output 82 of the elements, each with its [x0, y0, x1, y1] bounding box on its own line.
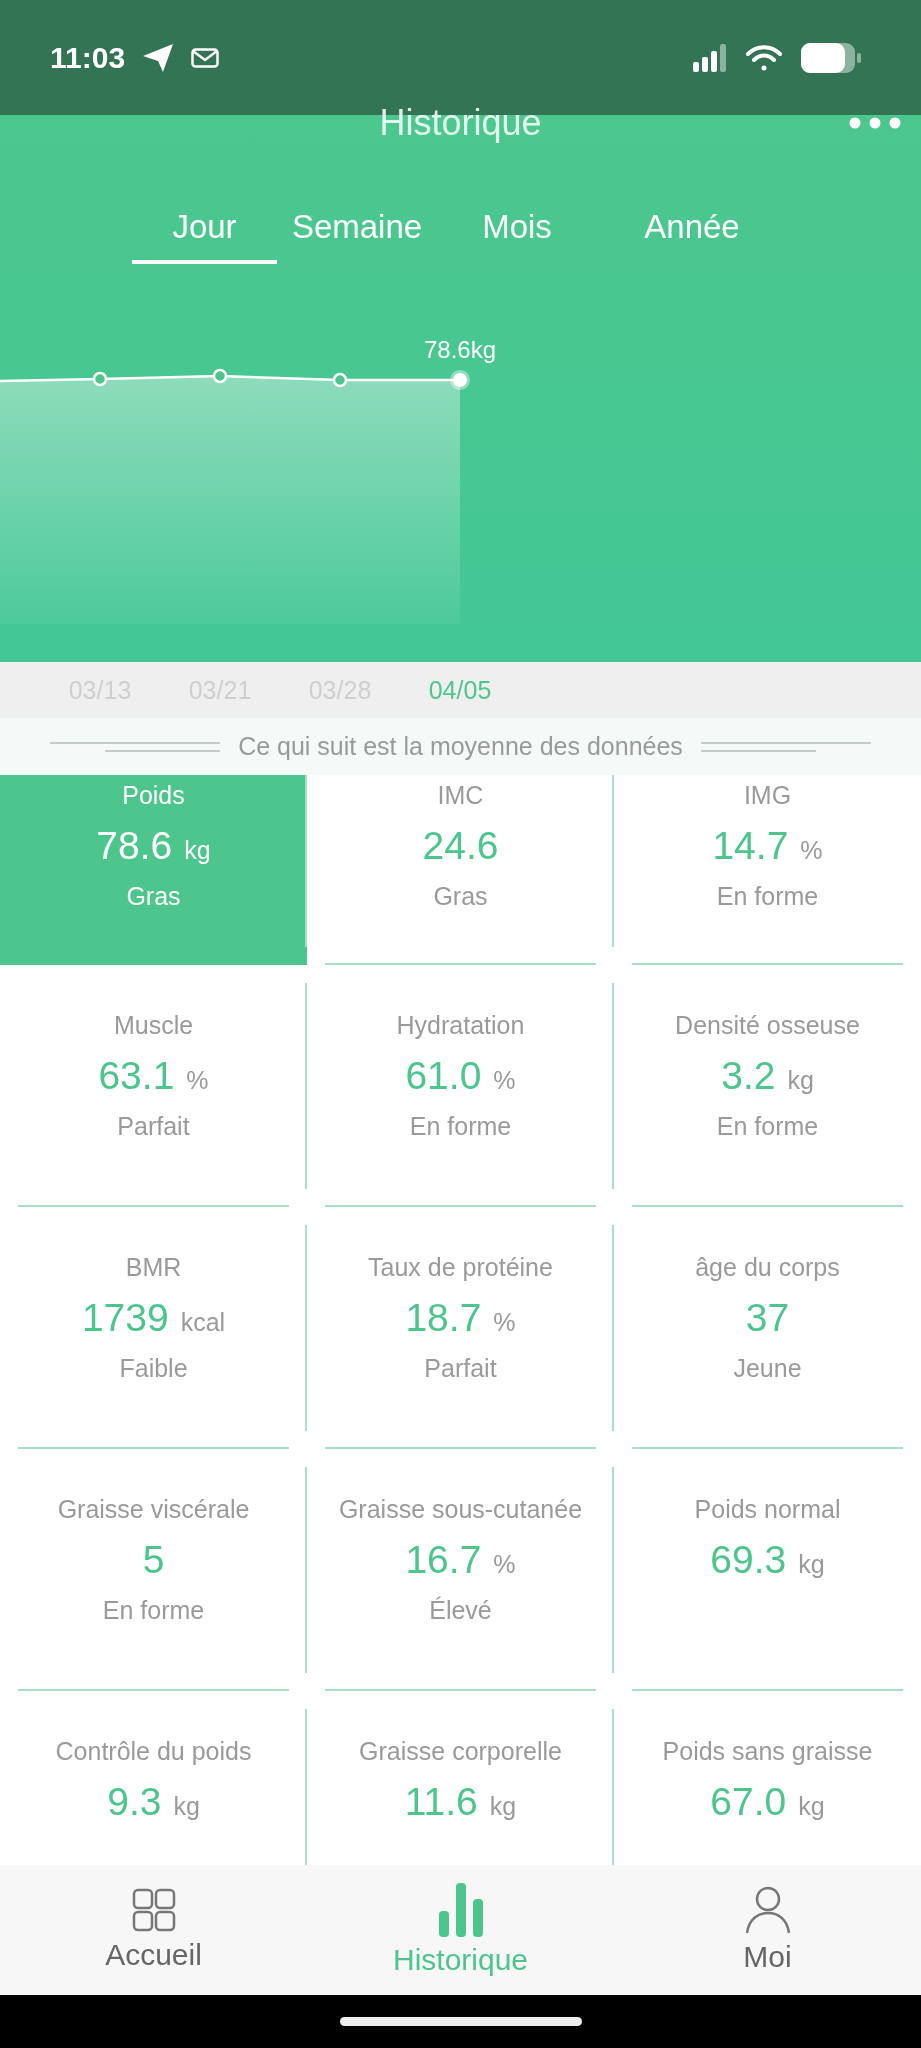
metric-status: En forme [716, 882, 819, 911]
metric-unit: % [493, 1308, 516, 1337]
person-icon [744, 1886, 791, 1934]
metric-label: Poids normal [694, 1495, 841, 1524]
data-point [332, 372, 348, 388]
date-label[interactable]: 04/05 [400, 675, 520, 705]
nav-tab[interactable]: Moi [614, 1865, 921, 1995]
metric-label: Hydratation [396, 1011, 525, 1040]
metric-value: 37 [745, 1296, 790, 1340]
notice-text: Ce qui suit est la moyenne des données [238, 732, 683, 761]
metric-unit: % [493, 1066, 516, 1095]
value-label: 78.6kg [423, 336, 497, 363]
metric-unit: kg [184, 836, 211, 865]
period-tab[interactable]: Jour [132, 200, 277, 264]
nav-label: Accueil [105, 1938, 202, 1972]
metric-unit: kg [173, 1792, 200, 1821]
nav-label: Moi [743, 1940, 792, 1974]
metric-status: En forme [409, 1112, 512, 1141]
metric-label: âge du corps [695, 1253, 840, 1282]
metric-status: Gras [433, 882, 488, 911]
metric-value: 18.7 [405, 1296, 482, 1340]
bar-chart-icon [438, 1883, 483, 1937]
metric-card[interactable]: Poids 78.6 kg Gras [0, 775, 307, 965]
metric-value: 9.3 [107, 1780, 162, 1824]
metric-label: Graisse sous-cutanée [338, 1495, 583, 1524]
metric-label: Densité osseuse [675, 1011, 860, 1040]
signal-icon [693, 43, 727, 72]
metric-status: Parfait [424, 1354, 497, 1383]
mail-icon [191, 47, 220, 68]
metric-status: Faible [119, 1354, 188, 1383]
metric-label: IMC [437, 781, 484, 810]
metric-unit: % [493, 1550, 516, 1579]
metric-label: Graisse viscérale [57, 1495, 250, 1524]
metric-status: En forme [102, 1596, 205, 1625]
metric-value: 61.0 [405, 1054, 482, 1098]
metric-value: 24.6 [422, 824, 499, 868]
metric-unit: kg [489, 1792, 517, 1821]
battery-icon [801, 42, 861, 73]
metric-value: 63.1 [98, 1054, 175, 1098]
metric-status: Gras [126, 882, 181, 911]
period-tab[interactable]: Mois [437, 200, 597, 264]
grid-icon [131, 1888, 176, 1932]
data-point [212, 368, 228, 384]
metric-label: Taux de protéine [368, 1253, 553, 1282]
metric-unit: % [186, 1066, 209, 1095]
metric-label: Poids [122, 781, 185, 810]
metric-value: 3.2 [721, 1054, 776, 1098]
period-tab[interactable]: Année [597, 200, 787, 264]
nav-label: Historique [392, 1943, 529, 1977]
metric-label: BMR [125, 1253, 182, 1282]
metric-label: Poids sans graisse [662, 1737, 873, 1766]
highlighted-data-point [450, 370, 470, 390]
more-icon[interactable] [849, 117, 901, 129]
metric-status: En forme [716, 1112, 819, 1141]
metric-value: 16.7 [405, 1538, 482, 1582]
nav-tab[interactable]: Accueil [0, 1865, 307, 1995]
metric-unit: kg [798, 1792, 825, 1821]
data-point [92, 371, 108, 387]
metric-label: Graisse corporelle [359, 1737, 562, 1766]
metric-unit: kcal [180, 1308, 226, 1337]
status-time: 11:03 [50, 40, 126, 75]
metric-label: Contrôle du poids [55, 1737, 252, 1766]
metric-value: 14.7 [712, 824, 789, 868]
metric-unit: % [800, 836, 823, 865]
nav-tab[interactable]: Historique [307, 1865, 614, 1995]
wifi-icon [745, 43, 783, 72]
metric-label: Muscle [113, 1011, 194, 1040]
metric-label: IMG [743, 781, 792, 810]
metric-value: 1739 [81, 1296, 169, 1340]
page-title: Historique [379, 102, 542, 144]
metric-status: Parfait [117, 1112, 190, 1141]
paper-plane-icon [143, 43, 174, 72]
metric-unit: kg [787, 1066, 814, 1095]
metric-value: 67.0 [710, 1780, 787, 1824]
metric-status: Jeune [733, 1354, 802, 1383]
period-tab[interactable]: Semaine [277, 200, 437, 264]
metric-unit: kg [798, 1550, 825, 1579]
metric-value: 5 [142, 1538, 165, 1582]
metric-value: 69.3 [710, 1538, 787, 1582]
metric-value: 78.6 [96, 824, 173, 868]
metric-value: 11.6 [404, 1780, 478, 1824]
metric-status: Élevé [429, 1596, 492, 1625]
